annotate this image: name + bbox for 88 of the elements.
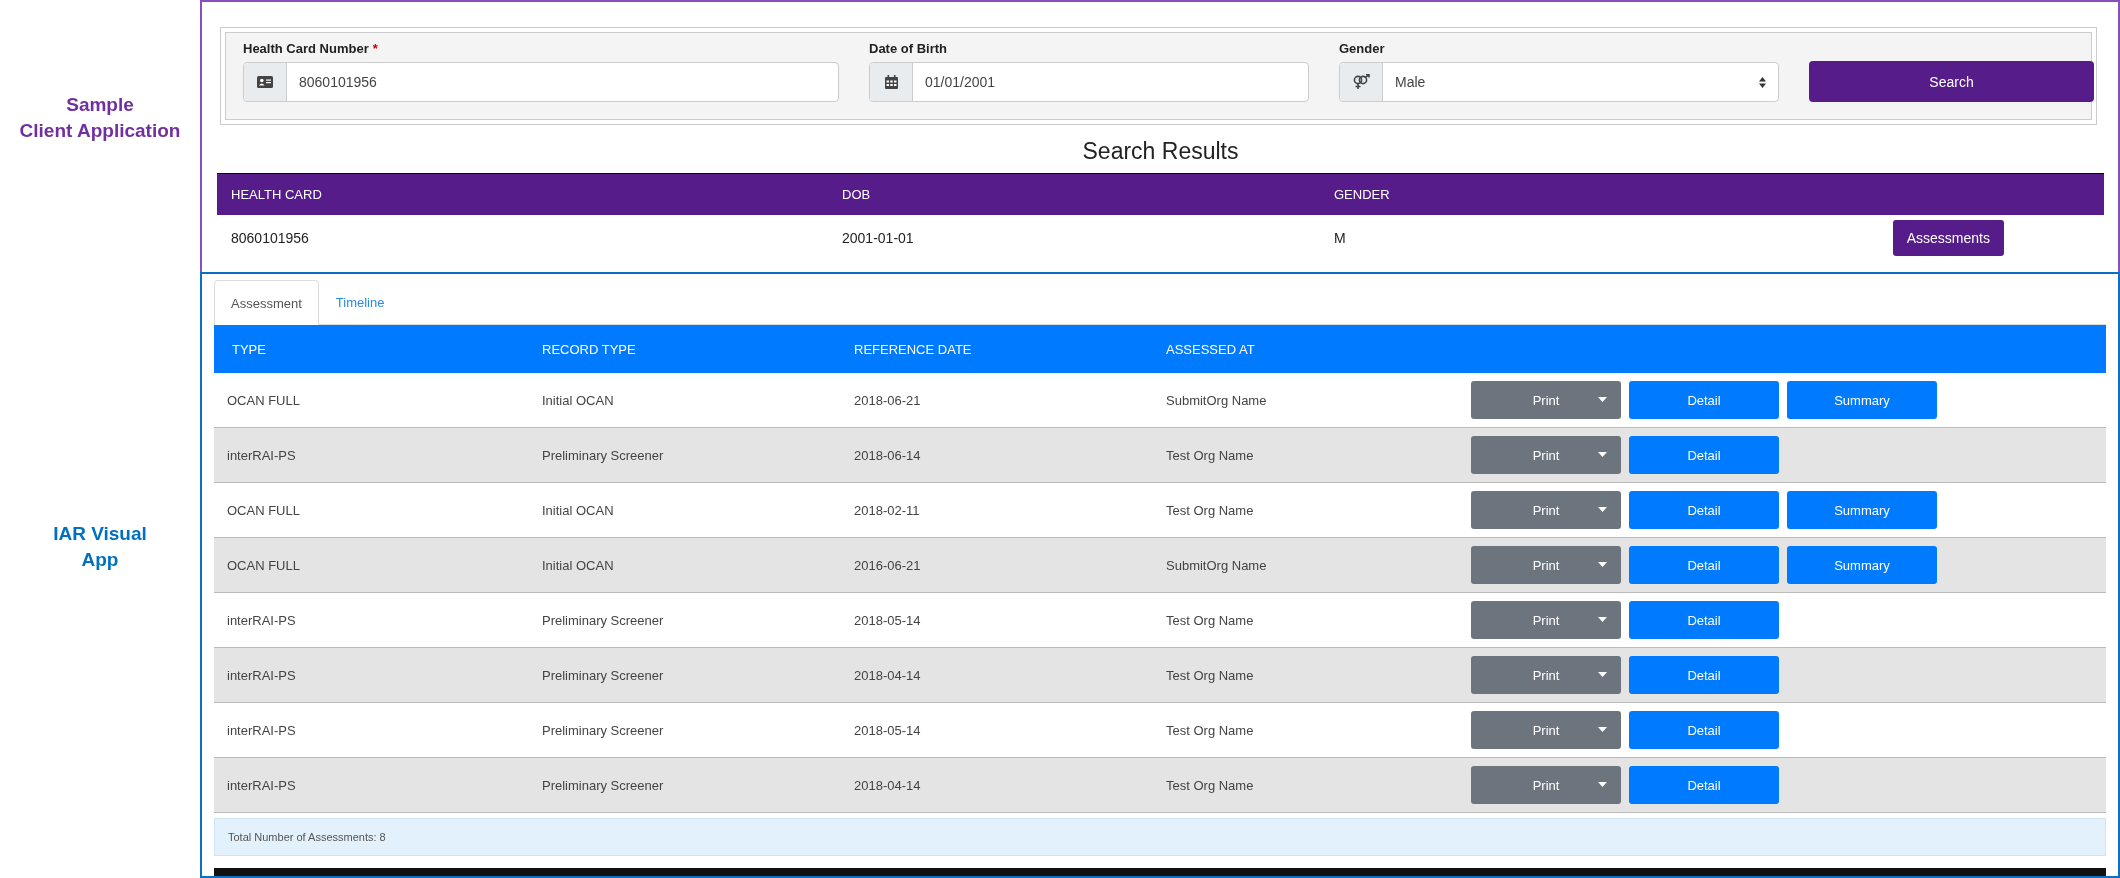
table-cell-text: OCAN FULL [227, 392, 301, 408]
column-header: RECORD TYPE [542, 341, 637, 357]
field-label: Date of Birth [869, 41, 947, 56]
table-cell-text: Initial OCAN [542, 557, 615, 573]
action-button[interactable]: Detail [1629, 381, 1779, 419]
table-cell-text: Test Org Name [1166, 777, 1255, 793]
action-button[interactable]: Detail [1629, 766, 1779, 804]
caret-icon [1598, 727, 1607, 732]
column-header: HEALTH CARD [231, 187, 323, 202]
action-button[interactable]: Detail [1629, 601, 1779, 639]
assessments-button[interactable]: Assessments [1892, 220, 2004, 256]
gender-select[interactable]: Male [1339, 62, 1779, 102]
table-cell-text: 2001-01-01 [842, 230, 915, 246]
caret-icon [1598, 562, 1607, 567]
caret-icon [1598, 507, 1607, 512]
print-dropdown-button[interactable]: Print [1471, 436, 1621, 474]
action-button[interactable]: Detail [1629, 491, 1779, 529]
tab[interactable]: Assessment [214, 280, 319, 325]
input-field[interactable]: 01/01/2001 [869, 62, 1309, 102]
action-button[interactable]: Summary [1787, 546, 1937, 584]
caret-icon [1598, 397, 1607, 402]
field-label: Health Card Number [243, 41, 369, 56]
action-button[interactable]: Detail [1629, 656, 1779, 694]
table-cell-text: M [1334, 230, 1347, 246]
side-label: IAR Visual App [52, 522, 148, 572]
table-cell-text: 2016-06-21 [854, 557, 922, 573]
column-header: ASSESSED AT [1166, 341, 1256, 357]
table-cell-text: Preliminary Screener [542, 722, 665, 738]
table-cell-text: Preliminary Screener [542, 447, 665, 463]
print-dropdown-button[interactable]: Print [1471, 656, 1621, 694]
column-header: TYPE [232, 341, 267, 357]
action-button[interactable]: Summary [1787, 381, 1937, 419]
print-dropdown-button[interactable]: Print [1471, 546, 1621, 584]
action-button[interactable]: Detail [1629, 546, 1779, 584]
table-cell-text: OCAN FULL [227, 502, 301, 518]
table-cell-text: OCAN FULL [227, 557, 301, 573]
tab[interactable]: Timeline [318, 280, 402, 324]
id-card-icon [257, 76, 273, 88]
action-button[interactable]: Summary [1787, 491, 1937, 529]
results-title: Search Results [1081, 138, 1240, 165]
table-cell-text: Preliminary Screener [542, 667, 665, 683]
column-header: GENDER [1334, 187, 1391, 202]
table-cell-text: Test Org Name [1166, 447, 1255, 463]
table-cell-text: 2018-05-14 [854, 612, 922, 628]
input-field[interactable]: 8060101956 [243, 62, 839, 102]
table-cell-text: Initial OCAN [542, 502, 615, 518]
table-cell-text: interRAI-PS [227, 447, 297, 463]
table-cell-text: 2018-04-14 [854, 667, 922, 683]
table-cell-text: 2018-06-14 [854, 447, 922, 463]
print-dropdown-button[interactable]: Print [1471, 601, 1621, 639]
column-header: REFERENCE DATE [854, 341, 973, 357]
print-dropdown-button[interactable]: Print [1471, 711, 1621, 749]
select-arrows-icon [1759, 76, 1766, 88]
action-button[interactable]: Detail [1629, 711, 1779, 749]
table-cell-text: 2018-04-14 [854, 777, 922, 793]
column-header: DOB [842, 187, 872, 202]
search-button[interactable]: Search [1809, 61, 2094, 102]
table-cell-text: SubmitOrg Name [1166, 392, 1268, 408]
table-cell-text: 2018-02-11 [854, 502, 921, 518]
table-cell-text: Preliminary Screener [542, 612, 665, 628]
table-cell-text: interRAI-PS [227, 777, 297, 793]
calendar-icon [884, 75, 898, 89]
side-label: Sample Client Application [18, 93, 182, 143]
action-button[interactable]: Detail [1629, 436, 1779, 474]
caret-icon [1598, 782, 1607, 787]
table-cell-text: interRAI-PS [227, 722, 297, 738]
print-dropdown-button[interactable]: Print [1471, 766, 1621, 804]
required-mark: * [372, 41, 378, 56]
print-dropdown-button[interactable]: Print [1471, 381, 1621, 419]
table-cell-text: interRAI-PS [227, 667, 297, 683]
table-cell-text: Test Org Name [1166, 667, 1255, 683]
gender-icon [1352, 74, 1370, 90]
field-label: Gender [1339, 41, 1385, 56]
table-cell-text: 2018-06-21 [854, 392, 922, 408]
table-cell-text: 8060101956 [231, 230, 310, 246]
caret-icon [1598, 672, 1607, 677]
table-cell-text: interRAI-PS [227, 612, 297, 628]
table-cell-text: Preliminary Screener [542, 777, 665, 793]
table-cell-text: SubmitOrg Name [1166, 557, 1268, 573]
table-footer: Total Number of Assessments: 8 [214, 818, 2106, 856]
caret-icon [1598, 617, 1607, 622]
table-cell-text: Test Org Name [1166, 612, 1255, 628]
caret-icon [1598, 452, 1607, 457]
table-cell-text: Initial OCAN [542, 392, 615, 408]
table-cell-text: Test Org Name [1166, 502, 1255, 518]
table-cell-text: Test Org Name [1166, 722, 1255, 738]
print-dropdown-button[interactable]: Print [1471, 491, 1621, 529]
table-cell-text: 2018-05-14 [854, 722, 922, 738]
